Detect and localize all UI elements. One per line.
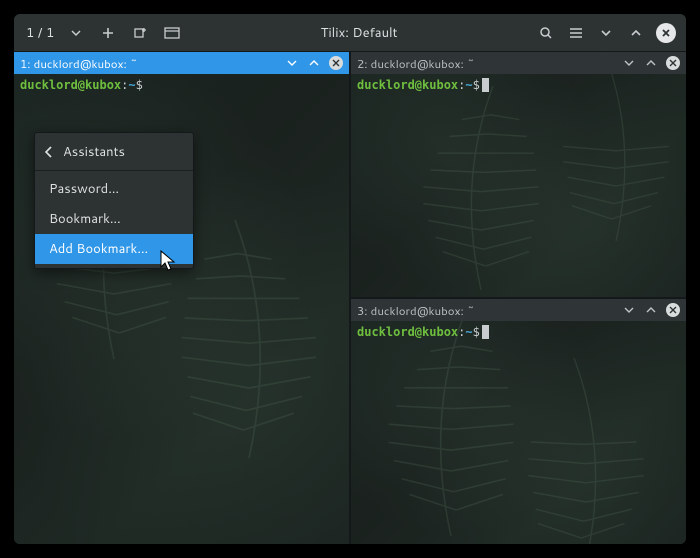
pane-maximize-icon[interactable] bbox=[305, 54, 323, 72]
pane-title: 1: ducklord@kubox: ~ bbox=[20, 55, 279, 72]
chevron-left-icon bbox=[45, 146, 53, 158]
menu-label: Add Bookmark… bbox=[49, 240, 148, 258]
prompt-host: kubox bbox=[422, 325, 458, 339]
context-menu: Assistants Password… Bookmark… Add Bookm… bbox=[34, 132, 194, 269]
window-title: Tilix: Default bbox=[190, 24, 528, 42]
cursor-icon bbox=[482, 78, 489, 92]
pane-menu-dropdown-icon[interactable] bbox=[620, 301, 638, 319]
search-button[interactable] bbox=[532, 19, 560, 47]
close-icon bbox=[666, 303, 680, 317]
header-bar: 1 / 1 Tilix: Default bbox=[14, 14, 686, 52]
prompt-at: @ bbox=[415, 78, 422, 92]
prompt-path: ~ bbox=[465, 325, 472, 339]
prompt-path: ~ bbox=[465, 78, 472, 92]
background-image bbox=[14, 52, 349, 544]
new-window-button[interactable] bbox=[126, 19, 154, 47]
close-icon bbox=[329, 56, 343, 70]
pane-close-button[interactable] bbox=[664, 54, 682, 72]
prompt-at: @ bbox=[78, 78, 85, 92]
session-count: 1 / 1 bbox=[20, 24, 58, 42]
pane-header-1[interactable]: 1: ducklord@kubox: ~ bbox=[14, 52, 349, 74]
menu-separator bbox=[35, 170, 193, 171]
terminal-pane-2[interactable]: 2: ducklord@kubox: ~ ducklord@kubox:~$ bbox=[351, 52, 686, 297]
pane-menu-dropdown-icon[interactable] bbox=[620, 54, 638, 72]
pane-close-button[interactable] bbox=[664, 301, 682, 319]
pane-header-3[interactable]: 3: ducklord@kubox: ~ bbox=[351, 299, 686, 321]
terminal-pane-3[interactable]: 3: ducklord@kubox: ~ ducklord@kubox:~$ bbox=[351, 299, 686, 544]
terminal-pane-1[interactable]: 1: ducklord@kubox: ~ ducklord@kubox:~$ bbox=[14, 52, 349, 544]
terminal-prompt[interactable]: ducklord@kubox:~$ bbox=[351, 321, 686, 343]
minimize-button[interactable] bbox=[592, 19, 620, 47]
prompt-host: kubox bbox=[85, 78, 121, 92]
menu-label: Password… bbox=[49, 180, 119, 198]
prompt-path: ~ bbox=[128, 78, 135, 92]
menu-item-assistants-back[interactable]: Assistants bbox=[35, 137, 193, 167]
menu-label: Assistants bbox=[63, 143, 125, 161]
pane-header-2[interactable]: 2: ducklord@kubox: ~ bbox=[351, 52, 686, 74]
terminal-prompt[interactable]: ducklord@kubox:~$ bbox=[351, 74, 686, 96]
pane-maximize-icon[interactable] bbox=[642, 301, 660, 319]
prompt-symbol: $ bbox=[136, 78, 143, 92]
session-dropdown-button[interactable] bbox=[62, 19, 90, 47]
prompt-symbol: $ bbox=[473, 325, 480, 339]
pane-title: 3: ducklord@kubox: ~ bbox=[357, 302, 616, 319]
prompt-user: ducklord bbox=[357, 325, 415, 339]
layout-button[interactable] bbox=[158, 19, 186, 47]
maximize-button[interactable] bbox=[622, 19, 650, 47]
cursor-icon bbox=[482, 325, 489, 339]
pane-maximize-icon[interactable] bbox=[642, 54, 660, 72]
prompt-symbol: $ bbox=[473, 78, 480, 92]
terminal-prompt[interactable]: ducklord@kubox:~$ bbox=[14, 74, 349, 96]
pane-title: 2: ducklord@kubox: ~ bbox=[357, 55, 616, 72]
menu-item-add-bookmark[interactable]: Add Bookmark… bbox=[35, 234, 193, 264]
new-session-button[interactable] bbox=[94, 19, 122, 47]
menu-item-bookmark[interactable]: Bookmark… bbox=[35, 204, 193, 234]
close-button[interactable] bbox=[652, 19, 680, 47]
menu-item-password[interactable]: Password… bbox=[35, 174, 193, 204]
prompt-user: ducklord bbox=[20, 78, 78, 92]
close-icon bbox=[656, 23, 676, 43]
prompt-user: ducklord bbox=[357, 78, 415, 92]
pane-close-button[interactable] bbox=[327, 54, 345, 72]
hamburger-menu-button[interactable] bbox=[562, 19, 590, 47]
prompt-at: @ bbox=[415, 325, 422, 339]
menu-label: Bookmark… bbox=[49, 210, 121, 228]
close-icon bbox=[666, 56, 680, 70]
prompt-host: kubox bbox=[422, 78, 458, 92]
app-window: 1 / 1 Tilix: Default bbox=[14, 14, 686, 544]
pane-menu-dropdown-icon[interactable] bbox=[283, 54, 301, 72]
panes-container: 1: ducklord@kubox: ~ ducklord@kubox:~$ 2… bbox=[14, 52, 686, 544]
